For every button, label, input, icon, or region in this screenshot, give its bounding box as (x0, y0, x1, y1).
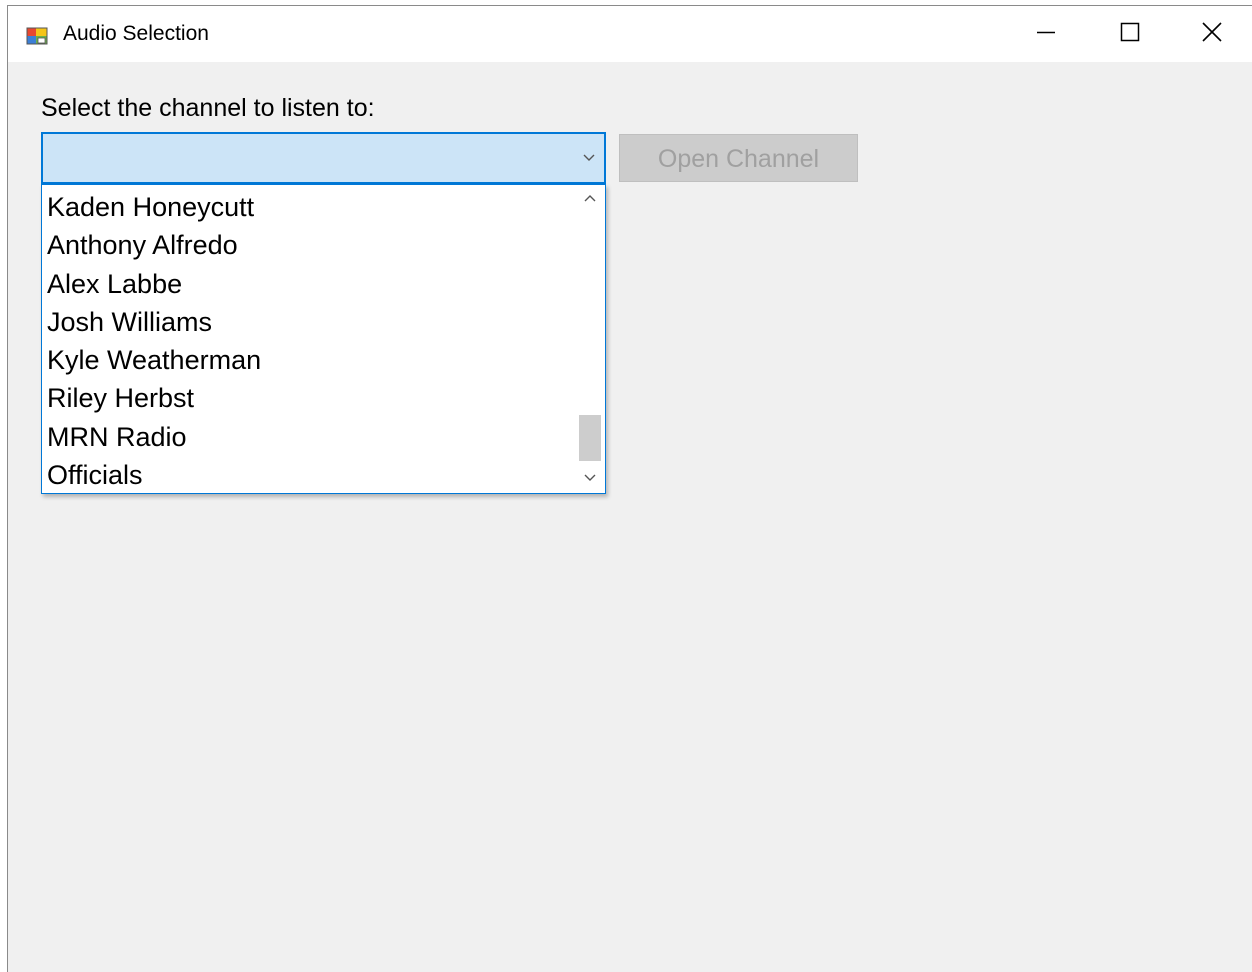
scroll-thumb[interactable] (579, 415, 601, 461)
minimize-icon (1036, 22, 1056, 47)
maximize-button[interactable] (1088, 6, 1172, 62)
list-item[interactable]: Josh Williams (42, 303, 574, 341)
dropdown-scrollbar[interactable] (575, 185, 605, 493)
channel-prompt-label: Select the channel to listen to: (41, 94, 375, 122)
list-item[interactable]: Officials (42, 456, 574, 493)
scroll-up-button[interactable] (575, 185, 605, 213)
audio-selection-window: Audio Selection Select the channel to li… (7, 5, 1252, 972)
scroll-down-button[interactable] (575, 465, 605, 493)
close-button[interactable] (1172, 6, 1252, 62)
title-bar[interactable]: Audio Selection (8, 6, 1252, 62)
minimize-button[interactable] (1004, 6, 1088, 62)
app-icon (26, 24, 48, 46)
chevron-up-icon (583, 190, 597, 208)
channel-combobox[interactable] (41, 132, 606, 184)
list-item[interactable]: Kyle Weatherman (42, 341, 574, 379)
list-item[interactable]: Alex Labbe (42, 265, 574, 303)
chevron-down-icon (583, 470, 597, 488)
scroll-track[interactable] (579, 213, 601, 465)
list-item[interactable]: MRN Radio (42, 418, 574, 456)
list-item[interactable]: Kaden Honeycutt (42, 188, 574, 226)
list-item[interactable]: Anthony Alfredo (42, 226, 574, 264)
chevron-down-icon[interactable] (578, 146, 600, 170)
maximize-icon (1120, 22, 1140, 47)
channel-dropdown-list[interactable]: Kaden Honeycutt Anthony Alfredo Alex Lab… (41, 184, 606, 494)
close-icon (1201, 21, 1223, 48)
window-title: Audio Selection (63, 22, 209, 45)
open-channel-button[interactable]: Open Channel (619, 134, 858, 182)
channel-options: Kaden Honeycutt Anthony Alfredo Alex Lab… (42, 188, 574, 493)
list-item[interactable]: Riley Herbst (42, 379, 574, 417)
